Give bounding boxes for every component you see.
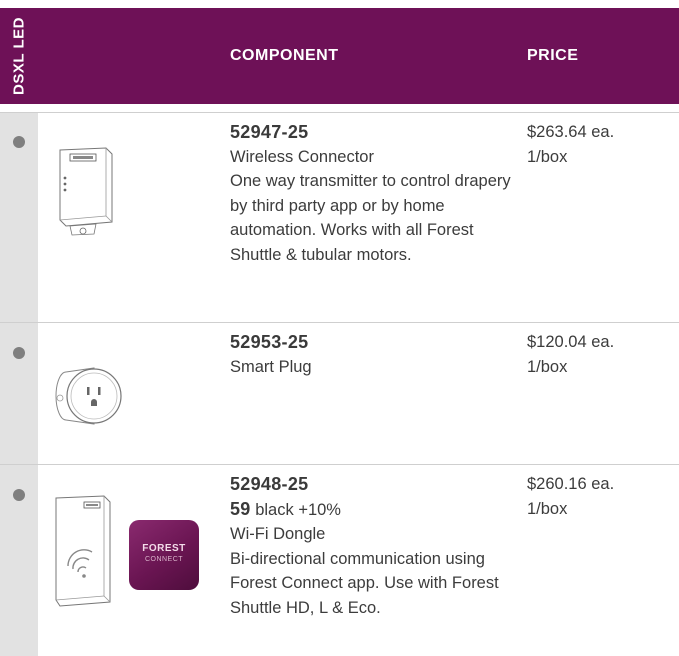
side-label-cell: DSXL LED [0, 8, 38, 104]
header-top-border [0, 0, 679, 8]
availability-dot [13, 489, 25, 501]
app-icon-text-line2: CONNECT [144, 556, 184, 563]
part-number: 52948-25 [230, 474, 309, 494]
availability-dot [13, 347, 25, 359]
wifi-dongle-image [55, 495, 111, 607]
component-column-header: COMPONENT [230, 47, 339, 64]
component-cell: 52948-25 59 black +10% Wi-Fi Dongle Bi-d… [230, 472, 520, 620]
forest-connect-app-icon: FOREST CONNECT [129, 520, 199, 590]
price-cell: $120.04 ea. 1/box [527, 330, 677, 379]
price-cell: $260.16 ea. 1/box [527, 472, 677, 521]
pack-quantity: 1/box [527, 357, 568, 376]
smart-plug-image [55, 367, 122, 425]
component-cell: 52953-25 Smart Plug [230, 330, 520, 379]
table-row: 52947-25 Wireless Connector One way tran… [38, 112, 679, 322]
product-name: Smart Plug [230, 357, 312, 376]
product-name: Wi-Fi Dongle [230, 525, 326, 543]
component-cell: 52947-25 Wireless Connector One way tran… [230, 120, 520, 267]
color-code: 59 [230, 498, 251, 519]
part-number: 52947-25 [230, 122, 309, 142]
price-value: $120.04 ea. [527, 333, 615, 351]
app-icon-text-line1: FOREST [142, 543, 186, 554]
table-row: FOREST CONNECT 52948-25 59 black +10% Wi… [38, 464, 679, 656]
part-number: 52953-25 [230, 332, 309, 352]
price-value: $260.16 ea. [527, 475, 615, 493]
price-column-header: PRICE [527, 47, 579, 64]
price-cell: $263.64 ea. 1/box [527, 120, 677, 169]
price-value: $263.64 ea. [527, 123, 615, 141]
wireless-connector-image [59, 147, 113, 236]
side-label: DSXL LED [10, 17, 28, 95]
availability-column [0, 112, 38, 656]
table-row: 52953-25 Smart Plug $120.04 ea. 1/box [38, 322, 679, 464]
product-name: Wireless Connector [230, 147, 374, 166]
availability-dot [13, 136, 25, 148]
product-description: Bi-directional communication using Fores… [230, 549, 499, 617]
pack-quantity: 1/box [527, 147, 568, 166]
color-note: black +10% [255, 500, 341, 519]
color-option: 59 black +10% [230, 497, 520, 523]
product-description: One way transmitter to control drapery b… [230, 172, 511, 264]
table-header: DSXL LED COMPONENT PRICE [0, 0, 679, 104]
pack-quantity: 1/box [527, 499, 568, 518]
